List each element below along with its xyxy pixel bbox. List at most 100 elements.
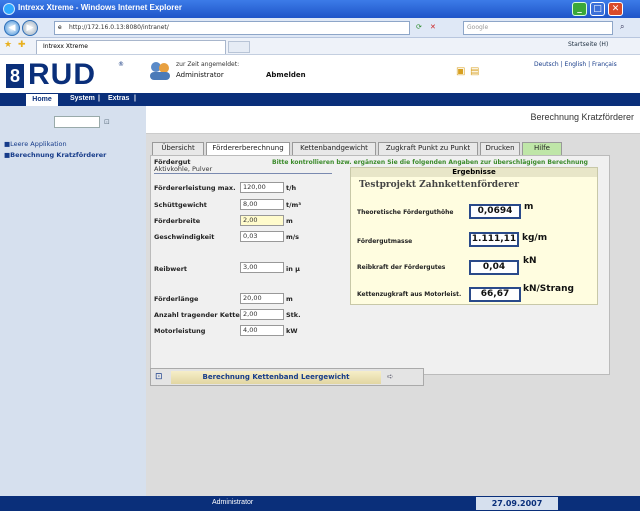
tab-uebersicht[interactable]: Übersicht xyxy=(152,142,204,155)
status-bar: Administrator 27.09.2007 xyxy=(0,496,640,511)
results-header: Ergebnisse xyxy=(351,168,597,177)
favorites-bar: ★ ✚ Intrexx Xtreme Startseite (H) xyxy=(0,38,640,55)
unit-geschwindigkeit: m/s xyxy=(286,233,300,241)
menu-system[interactable]: System xyxy=(70,95,95,102)
foerdergut-value: Aktivkohle, Pulver xyxy=(154,165,332,174)
field-motorleistung[interactable]: 4,00 xyxy=(240,325,284,336)
home-page-button[interactable]: Startseite (H) xyxy=(568,41,608,48)
browser-tab[interactable]: Intrexx Xtreme xyxy=(36,40,226,54)
field-geschwindigkeit[interactable]: 0,03 xyxy=(240,231,284,242)
field-label-ketten: Anzahl tragender Ketten xyxy=(154,311,245,319)
field-label-motorleistung: Motorleistung xyxy=(154,327,206,335)
star-icon[interactable]: ★ xyxy=(4,40,12,50)
result-value-masse: 1.111,11 xyxy=(469,232,519,247)
sidebar-search-icon[interactable]: ⊡ xyxy=(104,118,110,126)
result-label-kettenzugkraft: Kettenzugkraft aus Motorleist. xyxy=(357,291,462,298)
status-user: Administrator xyxy=(212,499,254,506)
result-label-hoehe: Theoretische Förderguthöhe xyxy=(357,209,454,216)
unit-reibwert: in µ xyxy=(286,265,300,273)
field-foerderbreite[interactable]: 2,00 xyxy=(240,215,284,226)
field-label-leistung: Fördererleistung max. xyxy=(154,184,236,192)
stop-icon[interactable]: ✕ xyxy=(430,23,436,31)
field-reibwert[interactable]: 3,00 xyxy=(240,262,284,273)
info-note: Bitte kontrollieren bzw. ergänzen Sie di… xyxy=(272,159,588,166)
result-value-kettenzugkraft: 66,67 xyxy=(469,287,521,302)
browser-navbar: ◀ ▶ e http://172.16.0.13:8080/intranet/ … xyxy=(0,18,640,38)
field-ketten[interactable]: 2,00 xyxy=(240,309,284,320)
unit-leistung: t/h xyxy=(286,184,297,192)
main-menu: Home System | Extras | xyxy=(0,93,640,106)
result-value-reibkraft: 0,04 xyxy=(469,260,519,275)
arrow-right-icon[interactable]: ➪ xyxy=(387,372,394,381)
result-label-masse: Fördergutmasse xyxy=(357,238,413,245)
field-label-schuettgewicht: Schüttgewicht xyxy=(154,201,207,209)
address-url: http://172.16.0.13:8080/intranet/ xyxy=(69,24,169,31)
field-leistung[interactable]: 120,00 xyxy=(240,182,284,193)
browser-tab-label: Intrexx Xtreme xyxy=(43,43,88,50)
refresh-icon[interactable]: ⟳ xyxy=(416,23,422,31)
sidebar-item-berechnung[interactable]: ■Berechnung Kratzförderer xyxy=(4,151,106,159)
result-unit-reibkraft: kN xyxy=(523,256,537,266)
language-links[interactable]: Deutsch | English | Français xyxy=(534,61,617,68)
unit-foerderlaenge: m xyxy=(286,295,293,303)
results-subtitle: Testprojekt Zahnkettenförderer xyxy=(359,180,520,190)
user-icon xyxy=(148,60,172,82)
rud-logo: 8 RUD ® xyxy=(6,59,126,91)
status-date: 27.09.2007 xyxy=(476,497,558,510)
tab-kettenbandgewicht[interactable]: Kettenbandgewicht xyxy=(292,142,376,155)
result-value-hoehe: 0,0694 xyxy=(469,204,521,219)
nav-icon: ⊡ xyxy=(155,372,163,382)
minimize-button[interactable]: _ xyxy=(572,2,587,16)
bottom-action-bar: ⊡ Berechnung Kettenband Leergewicht ➪ xyxy=(150,368,424,386)
back-icon[interactable]: ◀ xyxy=(4,20,20,36)
field-label-geschwindigkeit: Geschwindigkeit xyxy=(154,233,215,241)
maximize-button[interactable]: □ xyxy=(590,2,605,16)
menu-separator: | xyxy=(98,95,100,102)
ie-icon xyxy=(3,3,15,15)
menu-extras[interactable]: Extras xyxy=(108,95,129,102)
results-panel: Ergebnisse Testprojekt Zahnkettenfördere… xyxy=(350,167,598,305)
search-input[interactable]: Google xyxy=(463,21,613,35)
search-placeholder: Google xyxy=(467,24,489,31)
unit-motorleistung: kW xyxy=(286,327,298,335)
result-unit-kettenzugkraft: kN/Strang xyxy=(523,284,574,294)
add-favorite-icon[interactable]: ✚ xyxy=(18,40,26,50)
menu-separator-2: | xyxy=(134,95,136,102)
close-button[interactable]: ✕ xyxy=(608,2,623,16)
logout-link[interactable]: Abmelden xyxy=(266,71,306,79)
tab-foerdererberechnung[interactable]: Fördererberechnung xyxy=(206,142,290,156)
sidebar-item-leere-applikation[interactable]: ■Leere Applikation xyxy=(4,140,67,148)
window-titlebar: Intrexx Xtreme - Windows Internet Explor… xyxy=(0,0,640,18)
username: Administrator xyxy=(176,71,224,79)
sidebar-search-input[interactable] xyxy=(54,116,100,128)
app-header: 8 RUD ® zur Zeit angemeldet: Administrat… xyxy=(0,56,640,94)
main-title-bar: Berechnung Kratzförderer xyxy=(146,106,640,134)
result-unit-masse: kg/m xyxy=(522,233,548,243)
page-title: Berechnung Kratzförderer xyxy=(530,112,634,122)
unit-ketten: Stk. xyxy=(286,311,301,319)
field-label-foerderbreite: Förderbreite xyxy=(154,217,201,225)
field-label-reibwert: Reibwert xyxy=(154,265,188,273)
result-unit-hoehe: m xyxy=(524,202,534,212)
calc-leergewicht-button[interactable]: Berechnung Kettenband Leergewicht xyxy=(171,371,381,384)
unit-schuettgewicht: t/m³ xyxy=(286,201,302,209)
forward-icon[interactable]: ▶ xyxy=(22,20,38,36)
field-label-foerderlaenge: Förderlänge xyxy=(154,295,199,303)
address-bar[interactable]: e http://172.16.0.13:8080/intranet/ xyxy=(54,21,410,35)
share-icon[interactable]: ▤ xyxy=(470,66,479,77)
window-title: Intrexx Xtreme - Windows Internet Explor… xyxy=(18,3,182,12)
sidebar: ⊡ ■Leere Applikation ■Berechnung Kratzfö… xyxy=(0,106,146,496)
tab-drucken[interactable]: Drucken xyxy=(480,142,520,155)
page-icon: e xyxy=(58,24,62,31)
menu-home[interactable]: Home xyxy=(26,94,58,106)
search-icon[interactable]: ⌕ xyxy=(620,22,624,32)
new-tab-button[interactable] xyxy=(228,41,250,53)
logged-in-label: zur Zeit angemeldet: xyxy=(176,61,240,68)
tab-zugkraft[interactable]: Zugkraft Punkt zu Punkt xyxy=(378,142,478,155)
folder-icon[interactable]: ▣ xyxy=(456,66,465,77)
field-schuettgewicht[interactable]: 8,00 xyxy=(240,199,284,210)
field-foerderlaenge[interactable]: 20,00 xyxy=(240,293,284,304)
tab-hilfe[interactable]: Hilfe xyxy=(522,142,562,155)
result-label-reibkraft: Reibkraft der Fördergutes xyxy=(357,264,446,271)
unit-foerderbreite: m xyxy=(286,217,293,225)
